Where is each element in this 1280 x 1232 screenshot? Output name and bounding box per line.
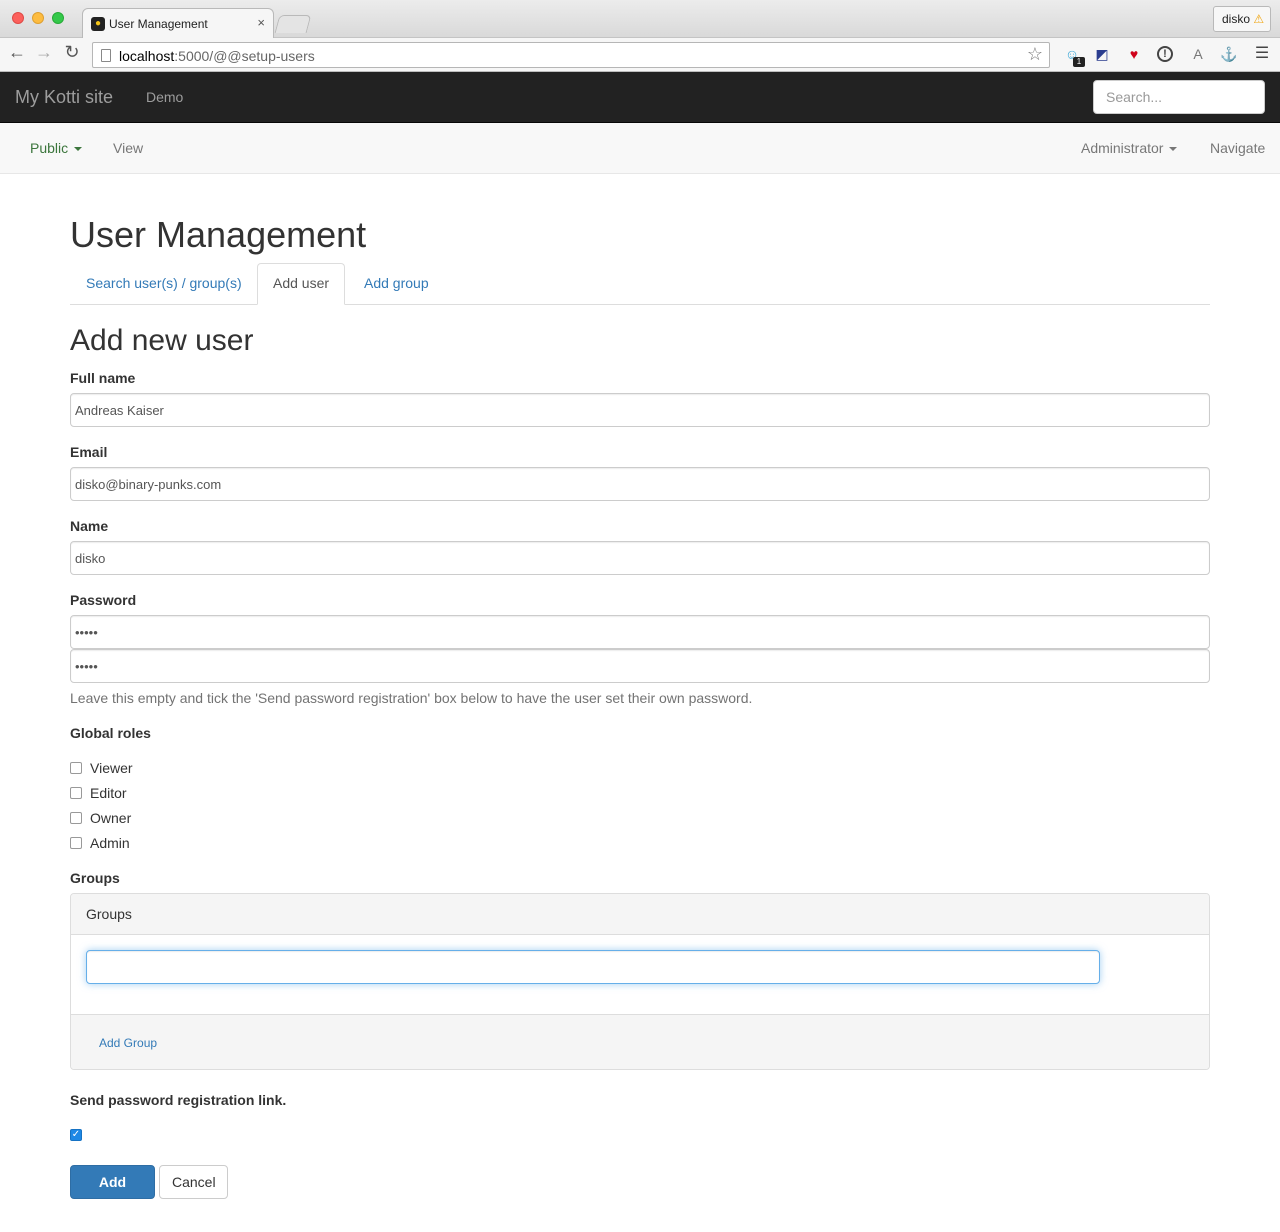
- add-user-button[interactable]: Add User: [70, 1165, 155, 1222]
- zoom-window-button[interactable]: [52, 12, 64, 24]
- info-extension-icon[interactable]: !: [1157, 46, 1173, 62]
- password-confirm-field[interactable]: [70, 649, 1210, 683]
- groups-panel: Groups Add Group: [70, 893, 1210, 1070]
- bookmark-star-icon[interactable]: ☆: [1027, 44, 1043, 65]
- administrator-dropdown[interactable]: Administrator: [1081, 140, 1178, 156]
- workflow-state-dropdown[interactable]: Public: [30, 140, 83, 156]
- close-tab-icon[interactable]: ×: [257, 15, 265, 30]
- role-admin-label[interactable]: Admin: [90, 835, 130, 851]
- site-navbar: My Kotti site Demo: [0, 72, 1280, 123]
- back-arrow-icon[interactable]: ←: [6, 42, 28, 63]
- new-tab-button[interactable]: [274, 15, 312, 33]
- angular-extension-icon[interactable]: A: [1189, 45, 1207, 63]
- heart-extension-icon[interactable]: ♥: [1125, 45, 1143, 63]
- cancel-button[interactable]: Cancel: [159, 1165, 228, 1199]
- view-link[interactable]: View: [113, 140, 143, 156]
- navigate-link[interactable]: Navigate: [1210, 140, 1265, 156]
- page-title: User Management: [70, 214, 367, 255]
- tab-add-user[interactable]: Add user: [257, 263, 346, 305]
- add-group-link[interactable]: Add Group: [99, 1036, 157, 1050]
- browser-toolbar: ← → ↻ localhost:5000/@@setup-users ☆ ☺ 1…: [0, 38, 1280, 72]
- ship-extension-icon[interactable]: ⚓: [1220, 45, 1238, 63]
- address-bar[interactable]: localhost:5000/@@setup-users ☆: [92, 42, 1050, 68]
- role-editor-checkbox[interactable]: [70, 787, 82, 799]
- groups-panel-heading: Groups: [71, 894, 1209, 935]
- browser-tab-title: User Management: [109, 17, 208, 31]
- name-label: Name: [70, 518, 109, 534]
- tab-add-group[interactable]: Add group: [348, 263, 445, 305]
- editor-bar: Public View Administrator Navigate: [0, 123, 1280, 174]
- role-owner-label[interactable]: Owner: [90, 810, 131, 826]
- reload-icon[interactable]: ↻: [61, 42, 83, 63]
- fullname-label: Full name: [70, 370, 136, 386]
- send-link-checkbox[interactable]: ✓: [70, 1129, 82, 1141]
- tab-bar: Search user(s) / group(s) Add user Add g…: [70, 263, 1210, 305]
- site-brand-link[interactable]: My Kotti site: [15, 87, 113, 108]
- role-editor-label[interactable]: Editor: [90, 785, 127, 801]
- browser-tab[interactable]: ● User Management ×: [82, 8, 274, 39]
- profile-button[interactable]: disko ⚠: [1213, 6, 1271, 32]
- password-help-text: Leave this empty and tick the 'Send pass…: [70, 690, 753, 706]
- groups-label: Groups: [70, 870, 120, 886]
- group-input[interactable]: [86, 950, 1100, 984]
- minimize-window-button[interactable]: [32, 12, 44, 24]
- browser-tab-strip: ● User Management × disko ⚠: [0, 0, 1280, 39]
- page-icon: [101, 49, 111, 62]
- fullname-field[interactable]: [70, 393, 1210, 427]
- browser-menu-icon[interactable]: ☰: [1253, 45, 1271, 63]
- warning-icon: ⚠: [1253, 12, 1265, 26]
- site-search-input[interactable]: [1093, 80, 1265, 114]
- password-field[interactable]: [70, 615, 1210, 649]
- tab-search-users[interactable]: Search user(s) / group(s): [70, 263, 258, 305]
- email-field[interactable]: [70, 467, 1210, 501]
- send-link-label: Send password registration link.: [70, 1092, 287, 1108]
- feed-extension-icon[interactable]: ◩: [1093, 45, 1111, 63]
- forward-arrow-icon[interactable]: →: [33, 42, 55, 63]
- url-text: localhost:5000/@@setup-users: [119, 48, 315, 64]
- profile-name: disko: [1222, 12, 1251, 26]
- role-viewer-checkbox[interactable]: [70, 762, 82, 774]
- name-field[interactable]: [70, 541, 1210, 575]
- section-title: Add new user: [70, 324, 254, 357]
- groups-panel-footer: Add Group: [71, 1014, 1209, 1069]
- caret-down-icon: [1169, 147, 1178, 152]
- password-label: Password: [70, 592, 137, 608]
- email-label: Email: [70, 444, 108, 460]
- role-owner-checkbox[interactable]: [70, 812, 82, 824]
- favicon-icon: ●: [91, 17, 105, 31]
- caret-down-icon: [74, 147, 83, 152]
- close-window-button[interactable]: [12, 12, 24, 24]
- extension-badge: 1: [1073, 57, 1085, 67]
- nav-demo-link[interactable]: Demo: [146, 89, 183, 105]
- role-viewer-label[interactable]: Viewer: [90, 760, 133, 776]
- role-admin-checkbox[interactable]: [70, 837, 82, 849]
- global-roles-label: Global roles: [70, 725, 151, 741]
